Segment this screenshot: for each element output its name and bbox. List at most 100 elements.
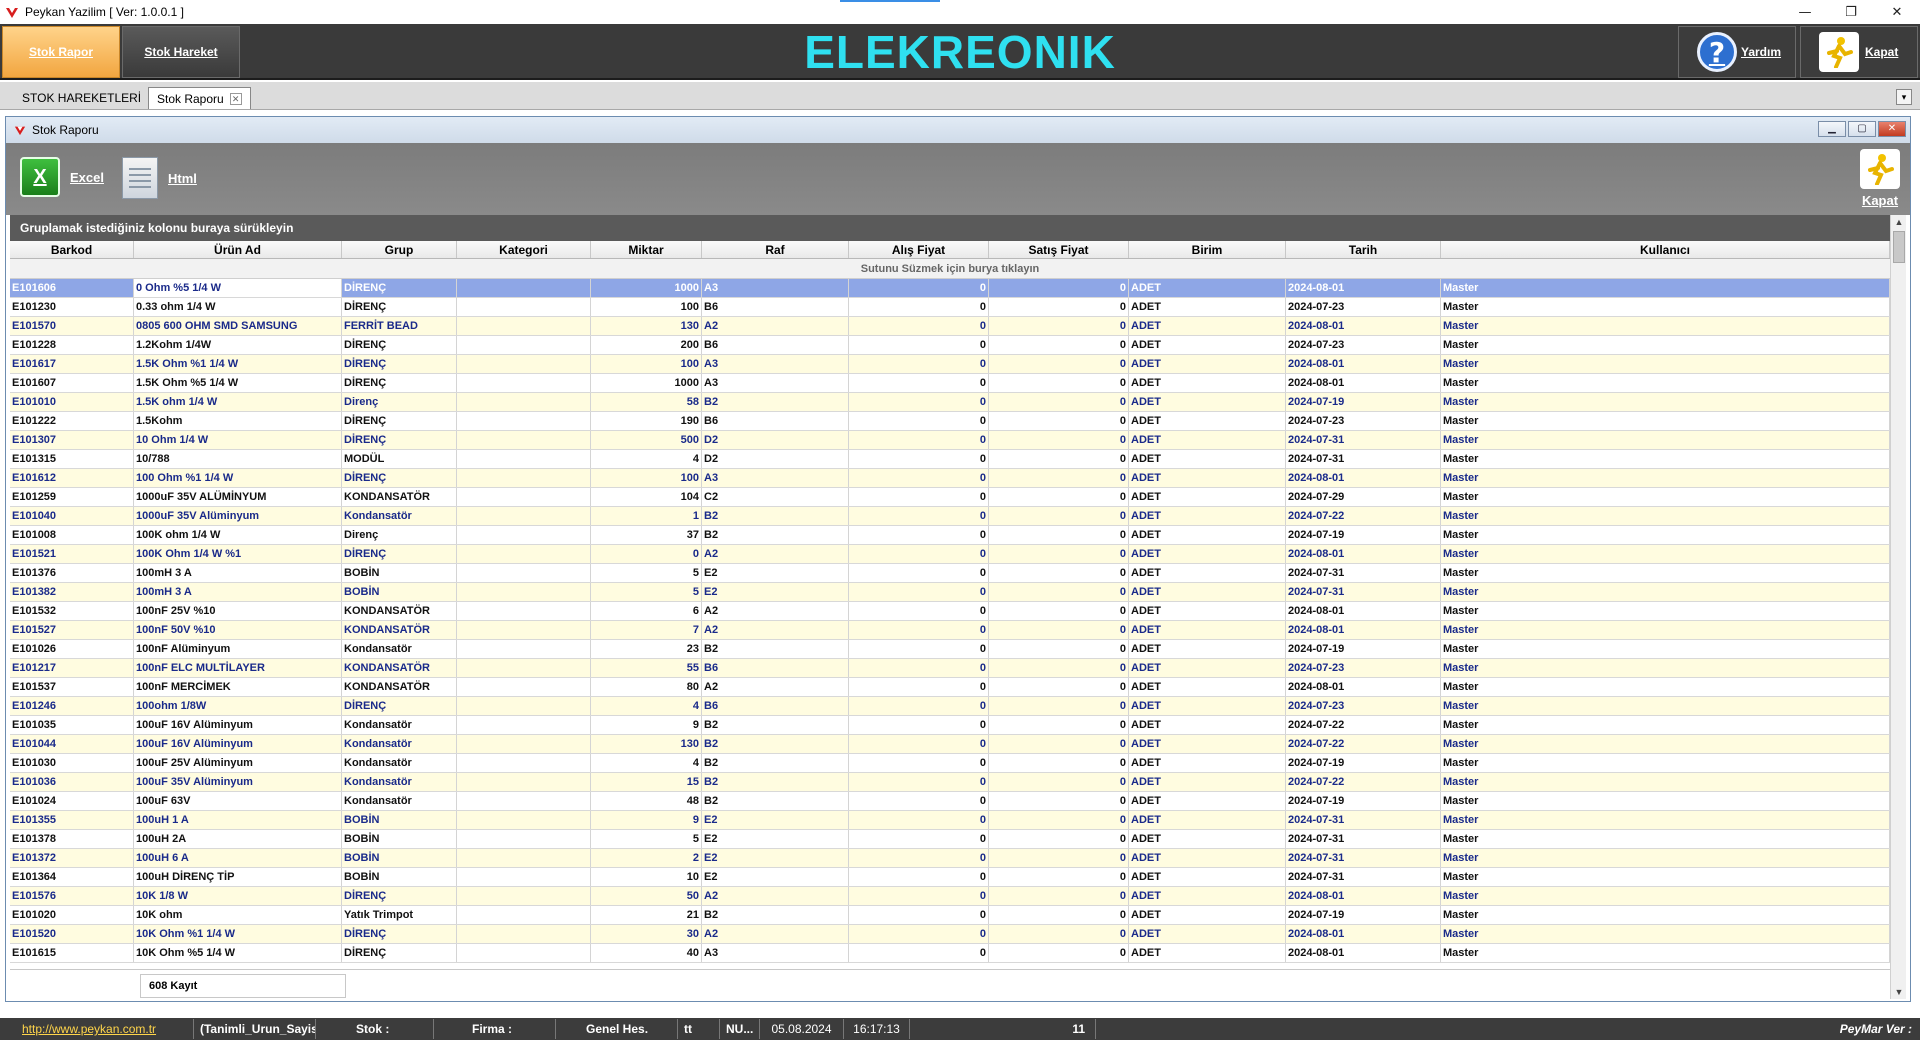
- cell-barkod[interactable]: E101315: [10, 450, 134, 468]
- cell-miktar[interactable]: 9: [591, 716, 702, 734]
- table-row[interactable]: E101036 100uF 35V Alüminyum Kondansatör 15 B…: [10, 773, 1890, 792]
- cell-urun-ad[interactable]: 100nF 25V %10: [134, 602, 342, 620]
- cell-kullanici[interactable]: Master: [1441, 868, 1890, 886]
- cell-barkod[interactable]: E101537: [10, 678, 134, 696]
- cell-grup[interactable]: Direnç: [342, 393, 457, 411]
- cell-tarih[interactable]: 2024-08-01: [1286, 545, 1441, 563]
- cell-grup[interactable]: MODÜL: [342, 450, 457, 468]
- cell-kullanici[interactable]: Master: [1441, 944, 1890, 962]
- cell-kategori[interactable]: [457, 887, 591, 905]
- cell-kategori[interactable]: [457, 792, 591, 810]
- excel-export-button[interactable]: X Excel: [20, 157, 104, 197]
- cell-alis-fiyat[interactable]: 0: [849, 374, 989, 392]
- tab-stok-hareketleri[interactable]: STOK HAREKETLERİ: [14, 87, 149, 109]
- cell-kategori[interactable]: [457, 469, 591, 487]
- table-row[interactable]: E101612 100 Ohm %1 1/4 W DİRENÇ 100 A3 0 0 ADET…: [10, 469, 1890, 488]
- cell-miktar[interactable]: 23: [591, 640, 702, 658]
- cell-raf[interactable]: B2: [702, 716, 849, 734]
- cell-alis-fiyat[interactable]: 0: [849, 830, 989, 848]
- cell-barkod[interactable]: E101378: [10, 830, 134, 848]
- cell-grup[interactable]: Yatık Trimpot: [342, 906, 457, 924]
- cell-kullanici[interactable]: Master: [1441, 412, 1890, 430]
- cell-kullanici[interactable]: Master: [1441, 583, 1890, 601]
- cell-kullanici[interactable]: Master: [1441, 469, 1890, 487]
- cell-satis-fiyat[interactable]: 0: [989, 450, 1129, 468]
- cell-grup[interactable]: Kondansatör: [342, 773, 457, 791]
- close-window-button[interactable]: ✕: [1874, 0, 1920, 24]
- cell-miktar[interactable]: 130: [591, 317, 702, 335]
- cell-satis-fiyat[interactable]: 0: [989, 868, 1129, 886]
- cell-grup[interactable]: DİRENÇ: [342, 431, 457, 449]
- cell-miktar[interactable]: 1: [591, 507, 702, 525]
- cell-urun-ad[interactable]: 10K Ohm %1 1/4 W: [134, 925, 342, 943]
- tab-close-icon[interactable]: ✕: [229, 92, 242, 105]
- cell-urun-ad[interactable]: 100K Ohm 1/4 W %1: [134, 545, 342, 563]
- cell-kategori[interactable]: [457, 849, 591, 867]
- table-row[interactable]: E101246 100ohm 1/8W DİRENÇ 4 B6 0 0 ADET 2024-07…: [10, 697, 1890, 716]
- cell-satis-fiyat[interactable]: 0: [989, 849, 1129, 867]
- nav-stok-rapor-button[interactable]: Stok Rapor: [2, 26, 120, 78]
- table-row[interactable]: E101217 100nF ELC MULTİLAYER KONDANSATÖR 55…: [10, 659, 1890, 678]
- cell-grup[interactable]: DİRENÇ: [342, 697, 457, 715]
- cell-alis-fiyat[interactable]: 0: [849, 697, 989, 715]
- cell-barkod[interactable]: E101527: [10, 621, 134, 639]
- cell-barkod[interactable]: E101230: [10, 298, 134, 316]
- cell-barkod[interactable]: E101570: [10, 317, 134, 335]
- cell-miktar[interactable]: 10: [591, 868, 702, 886]
- cell-alis-fiyat[interactable]: 0: [849, 412, 989, 430]
- cell-alis-fiyat[interactable]: 0: [849, 887, 989, 905]
- html-export-button[interactable]: Html: [122, 157, 197, 199]
- cell-tarih[interactable]: 2024-08-01: [1286, 469, 1441, 487]
- cell-kategori[interactable]: [457, 355, 591, 373]
- cell-miktar[interactable]: 200: [591, 336, 702, 354]
- cell-birim[interactable]: ADET: [1129, 773, 1286, 791]
- cell-birim[interactable]: ADET: [1129, 583, 1286, 601]
- cell-tarih[interactable]: 2024-07-29: [1286, 488, 1441, 506]
- cell-satis-fiyat[interactable]: 0: [989, 792, 1129, 810]
- cell-satis-fiyat[interactable]: 0: [989, 355, 1129, 373]
- cell-alis-fiyat[interactable]: 0: [849, 317, 989, 335]
- cell-tarih[interactable]: 2024-07-23: [1286, 697, 1441, 715]
- cell-birim[interactable]: ADET: [1129, 944, 1286, 962]
- table-row[interactable]: E101228 1.2Kohm 1/4W DİRENÇ 200 B6 0 0 ADET 2024…: [10, 336, 1890, 355]
- cell-satis-fiyat[interactable]: 0: [989, 336, 1129, 354]
- cell-barkod[interactable]: E101307: [10, 431, 134, 449]
- cell-kategori[interactable]: [457, 697, 591, 715]
- cell-urun-ad[interactable]: 100 Ohm %1 1/4 W: [134, 469, 342, 487]
- cell-miktar[interactable]: 5: [591, 583, 702, 601]
- child-maximize-button[interactable]: ▢: [1848, 121, 1876, 137]
- cell-urun-ad[interactable]: 100nF MERCİMEK: [134, 678, 342, 696]
- help-button[interactable]: ? Yardım: [1678, 26, 1796, 78]
- cell-tarih[interactable]: 2024-07-22: [1286, 735, 1441, 753]
- table-row[interactable]: E101020 10K ohm Yatık Trimpot 21 B2 0 0 ADET 202…: [10, 906, 1890, 925]
- vertical-scrollbar[interactable]: ▲ ▼: [1890, 215, 1906, 999]
- column-header-urun-ad[interactable]: Ürün Ad: [134, 241, 342, 258]
- cell-alis-fiyat[interactable]: 0: [849, 621, 989, 639]
- cell-barkod[interactable]: E101372: [10, 849, 134, 867]
- table-row[interactable]: E101259 1000uF 35V ALÜMİNYUM KONDANSATÖR 10…: [10, 488, 1890, 507]
- table-row[interactable]: E101520 10K Ohm %1 1/4 W DİRENÇ 30 A2 0 0 ADET 2…: [10, 925, 1890, 944]
- cell-alis-fiyat[interactable]: 0: [849, 583, 989, 601]
- cell-raf[interactable]: A3: [702, 469, 849, 487]
- cell-birim[interactable]: ADET: [1129, 298, 1286, 316]
- cell-birim[interactable]: ADET: [1129, 792, 1286, 810]
- cell-barkod[interactable]: E101376: [10, 564, 134, 582]
- cell-birim[interactable]: ADET: [1129, 678, 1286, 696]
- cell-miktar[interactable]: 58: [591, 393, 702, 411]
- cell-urun-ad[interactable]: 10K 1/8 W: [134, 887, 342, 905]
- table-row[interactable]: E101230 0.33 ohm 1/4 W DİRENÇ 100 B6 0 0 ADET 20…: [10, 298, 1890, 317]
- cell-tarih[interactable]: 2024-07-19: [1286, 393, 1441, 411]
- cell-raf[interactable]: E2: [702, 868, 849, 886]
- cell-kullanici[interactable]: Master: [1441, 317, 1890, 335]
- cell-kategori[interactable]: [457, 412, 591, 430]
- cell-raf[interactable]: A2: [702, 317, 849, 335]
- cell-tarih[interactable]: 2024-07-31: [1286, 583, 1441, 601]
- cell-tarih[interactable]: 2024-08-01: [1286, 355, 1441, 373]
- cell-grup[interactable]: DİRENÇ: [342, 545, 457, 563]
- cell-kullanici[interactable]: Master: [1441, 678, 1890, 696]
- cell-miktar[interactable]: 5: [591, 830, 702, 848]
- cell-birim[interactable]: ADET: [1129, 811, 1286, 829]
- cell-barkod[interactable]: E101617: [10, 355, 134, 373]
- cell-grup[interactable]: Direnç: [342, 526, 457, 544]
- cell-grup[interactable]: DİRENÇ: [342, 298, 457, 316]
